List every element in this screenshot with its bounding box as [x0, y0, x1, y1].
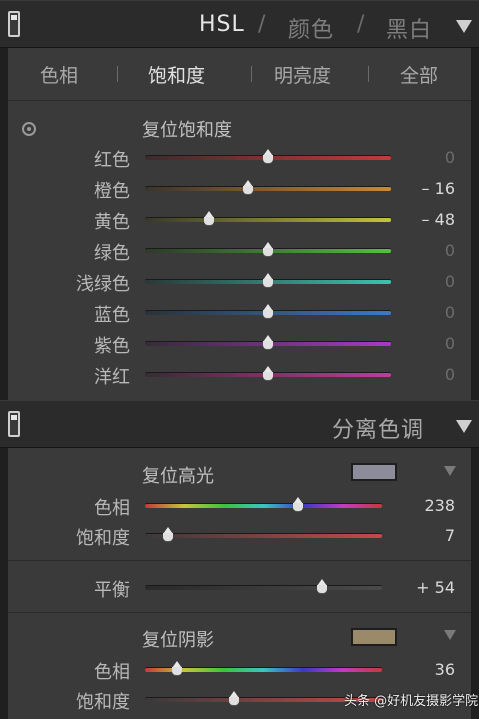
- tabs-divider: [8, 100, 471, 101]
- highlight-hue-thumb[interactable]: [291, 497, 305, 511]
- hsl-panel-header[interactable]: HSL / 颜色 / 黑白: [0, 0, 479, 48]
- hsl-row-slider[interactable]: [145, 186, 391, 191]
- tab-separator: [251, 66, 252, 82]
- hsl-row-thumb[interactable]: [202, 211, 216, 225]
- section-divider: [8, 560, 471, 561]
- tab-all[interactable]: 全部: [400, 61, 438, 88]
- split-toning-header-label[interactable]: 分离色调: [332, 412, 424, 444]
- shadow-picker-triangle-icon[interactable]: [444, 630, 456, 640]
- highlight-hue-slider[interactable]: [145, 503, 382, 508]
- tab-saturation[interactable]: 饱和度: [148, 61, 205, 88]
- hsl-row-thumb[interactable]: [261, 366, 275, 380]
- hsl-row-thumb[interactable]: [261, 335, 275, 349]
- hsl-tabs: 色相 饱和度 明亮度 全部: [8, 48, 471, 100]
- hsl-row-label: 蓝色: [94, 305, 130, 326]
- hsl-row-value[interactable]: 0: [385, 303, 455, 322]
- split-toning-panel-header[interactable]: 分离色调: [0, 400, 479, 448]
- collapse-triangle-icon[interactable]: [456, 20, 472, 33]
- reset-shadows-button[interactable]: 复位阴影: [142, 626, 214, 652]
- highlight-hue-label: 色相: [94, 498, 130, 519]
- hsl-row-value[interactable]: 0: [385, 148, 455, 167]
- hsl-row-value[interactable]: 0: [385, 334, 455, 353]
- hsl-row-thumb[interactable]: [261, 149, 275, 163]
- hsl-row-value[interactable]: 0: [385, 365, 455, 384]
- reset-saturation-button[interactable]: 复位饱和度: [142, 116, 232, 142]
- highlight-saturation-value[interactable]: 7: [385, 526, 455, 545]
- hsl-row-slider[interactable]: [145, 217, 391, 222]
- shadow-hue-label: 色相: [94, 662, 130, 683]
- panel-toggle-icon[interactable]: [0, 401, 20, 447]
- shadow-color-swatch[interactable]: [351, 628, 397, 646]
- shadow-hue-thumb[interactable]: [170, 661, 184, 675]
- tab-luminance[interactable]: 明亮度: [274, 61, 331, 88]
- tab-separator: [117, 66, 118, 82]
- hsl-row-value[interactable]: – 16: [385, 179, 455, 198]
- highlight-saturation-thumb[interactable]: [161, 527, 175, 541]
- tab-hue[interactable]: 色相: [40, 61, 78, 88]
- target-adjust-icon[interactable]: [22, 122, 36, 136]
- color-header-label[interactable]: 颜色: [288, 12, 334, 44]
- shadow-hue-value[interactable]: 36: [385, 660, 455, 679]
- watermark: 头条 @好机友摄影学院: [344, 694, 479, 709]
- hsl-row-label: 紫色: [94, 336, 130, 357]
- hsl-row-thumb[interactable]: [261, 304, 275, 318]
- hsl-row-label: 洋红: [94, 367, 130, 388]
- shadow-saturation-thumb[interactable]: [227, 691, 241, 705]
- shadow-saturation-label: 饱和度: [76, 692, 130, 713]
- hsl-row-thumb[interactable]: [261, 273, 275, 287]
- hsl-row-value[interactable]: 0: [385, 272, 455, 291]
- highlight-saturation-slider[interactable]: [145, 533, 382, 538]
- hsl-row-label: 红色: [94, 150, 130, 171]
- hsl-row-label: 橙色: [94, 181, 130, 202]
- hsl-row-value[interactable]: – 48: [385, 210, 455, 229]
- balance-slider[interactable]: [145, 585, 382, 590]
- tab-separator: [368, 66, 369, 82]
- header-separator: /: [357, 12, 366, 37]
- hsl-row-thumb[interactable]: [261, 242, 275, 256]
- reset-highlights-button[interactable]: 复位高光: [142, 462, 214, 488]
- hsl-row-label: 黄色: [94, 212, 130, 233]
- highlight-saturation-label: 饱和度: [76, 528, 130, 549]
- balance-thumb[interactable]: [315, 579, 329, 593]
- highlight-picker-triangle-icon[interactable]: [444, 466, 456, 476]
- hsl-header-label[interactable]: HSL: [199, 12, 245, 37]
- hsl-row-value[interactable]: 0: [385, 241, 455, 260]
- panel-toggle-icon[interactable]: [0, 1, 20, 47]
- bw-header-label[interactable]: 黑白: [386, 12, 432, 44]
- section-divider: [8, 612, 471, 613]
- highlight-color-swatch[interactable]: [351, 463, 397, 481]
- hsl-row-label: 绿色: [94, 243, 130, 264]
- collapse-triangle-icon[interactable]: [456, 420, 472, 433]
- balance-label: 平衡: [94, 580, 130, 601]
- hsl-row-label: 浅绿色: [76, 274, 130, 295]
- hsl-row-thumb[interactable]: [241, 180, 255, 194]
- highlight-hue-value[interactable]: 238: [385, 496, 455, 515]
- header-separator: /: [258, 12, 267, 37]
- balance-value[interactable]: + 54: [385, 578, 455, 597]
